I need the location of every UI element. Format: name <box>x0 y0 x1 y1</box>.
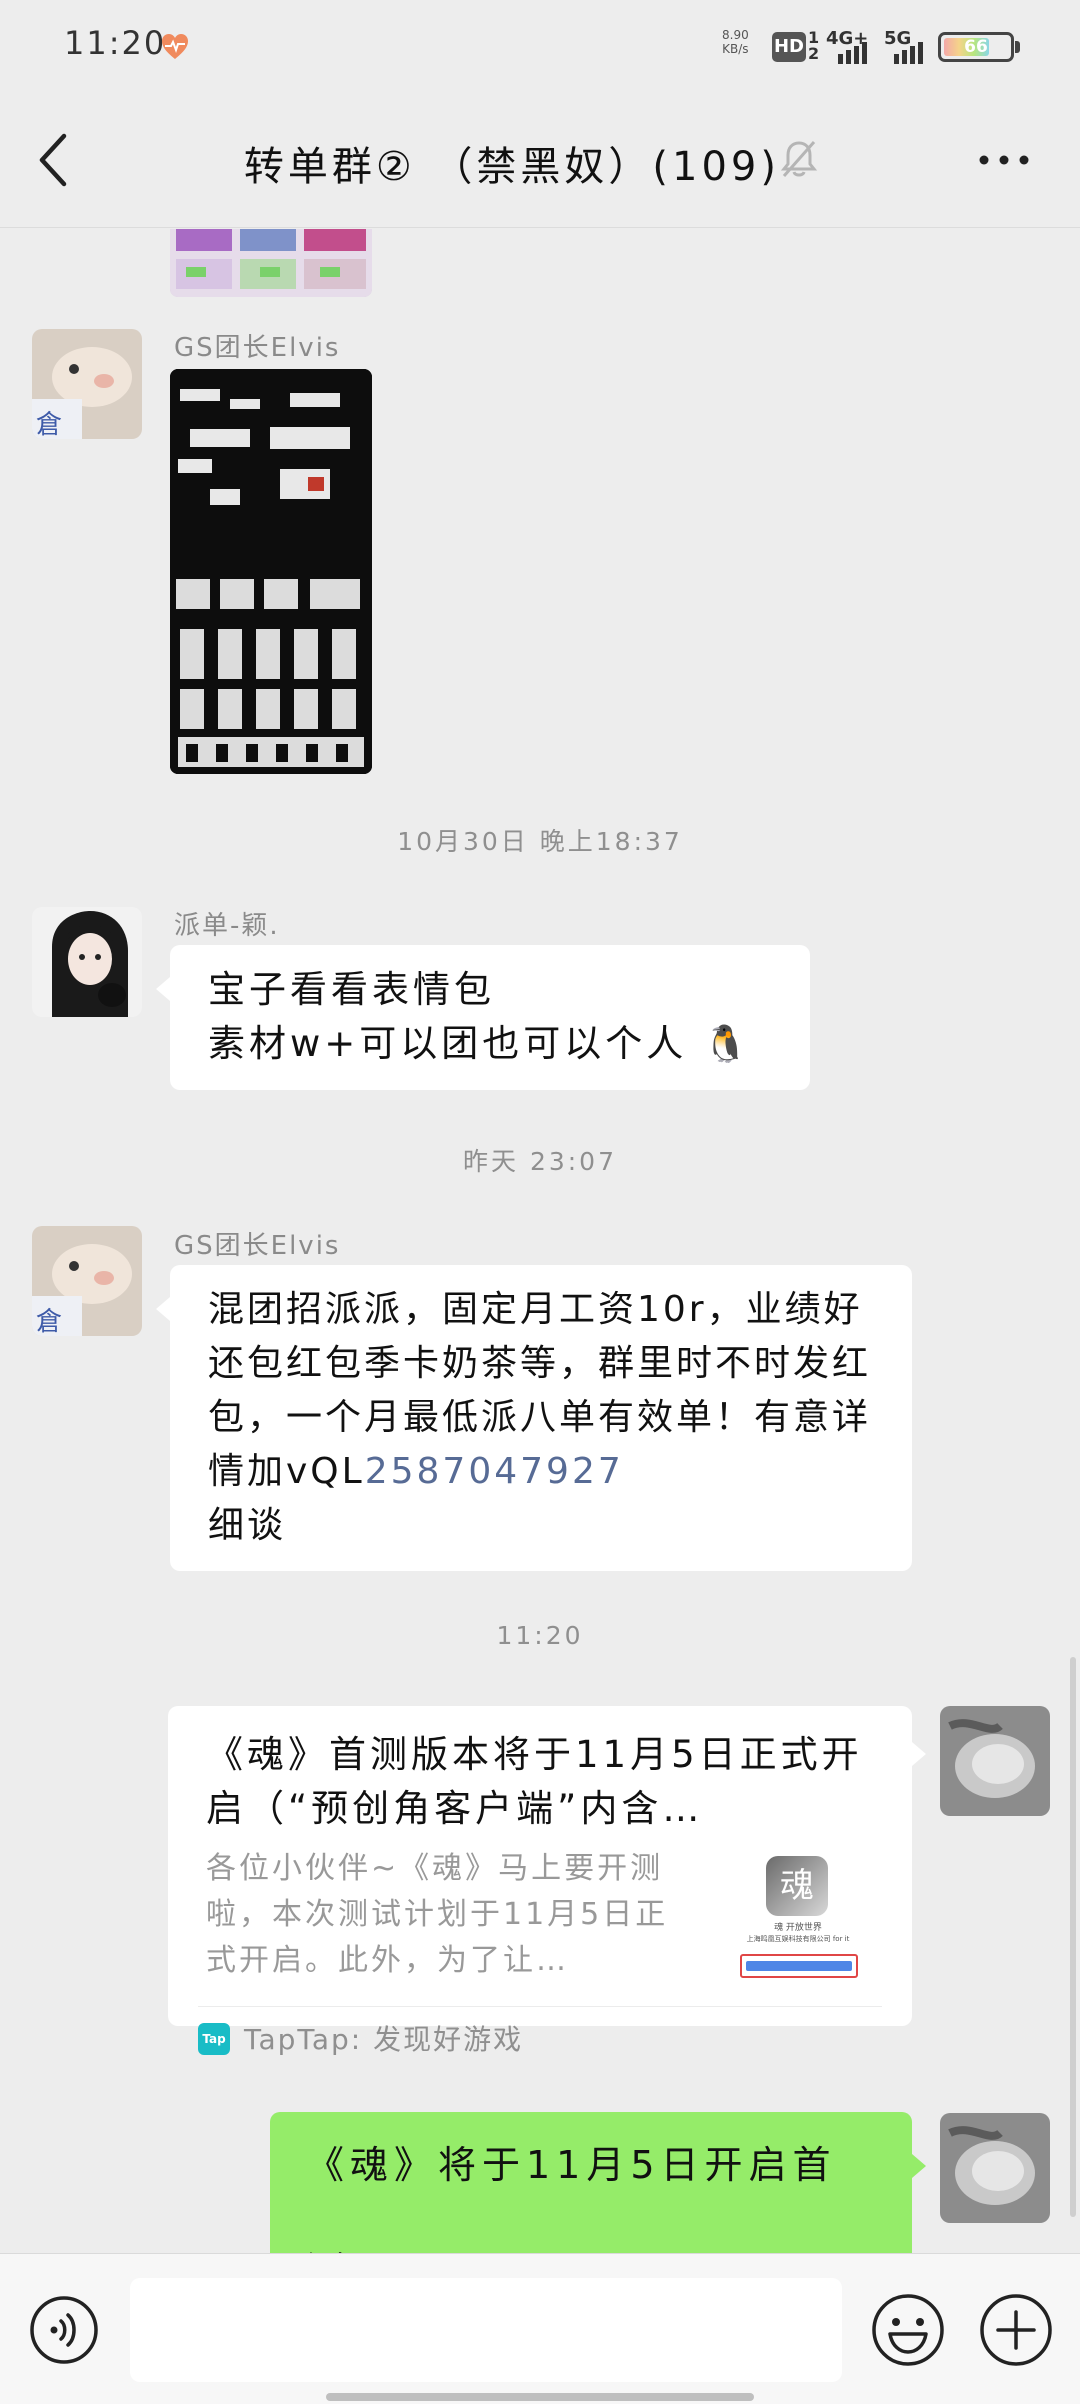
self-text-bubble[interactable]: 《魂》将于11月5日开启首测 <box>270 2112 926 2253</box>
battery-level: 66 <box>964 37 988 57</box>
avatar-paidan-ying[interactable] <box>32 907 142 1017</box>
voice-input-icon[interactable] <box>28 2294 100 2366</box>
avatar-self[interactable] <box>940 2113 1050 2223</box>
hd-sim-indicator: 1 2 <box>808 30 819 62</box>
hd-badge: HD <box>772 32 806 62</box>
emoji-icon[interactable] <box>870 2292 946 2368</box>
thumb-button-highlight <box>740 1954 858 1978</box>
heart-health-icon <box>162 34 188 59</box>
scrollbar[interactable] <box>1070 1657 1076 2217</box>
timestamp: 昨天 23:07 <box>463 1147 617 1176</box>
net-speed-unit: KB/s <box>722 42 749 56</box>
message-list[interactable]: 倉 GS团长Elvis 10月30日 晚上18:37 派单-颖. 宝子看看表情包… <box>0 229 1080 2253</box>
home-indicator[interactable] <box>326 2393 754 2401</box>
svg-text:倉: 倉 <box>36 1307 62 1336</box>
card-thumbnail: 魂 魂 开放世界 上海鸣凰互娱科技有限公司 for it <box>724 1856 872 1988</box>
card-description: 各位小伙伴~《魂》马上要开测啦，本次测试计划于11月5日正式开启。此外，为了让… <box>206 1851 669 1978</box>
plus-icon[interactable] <box>978 2292 1054 2368</box>
input-bar <box>0 2253 1080 2404</box>
timestamp: 11:20 <box>496 1621 584 1650</box>
hd-sim-2: 2 <box>808 44 820 63</box>
sender-name: GS团长Elvis <box>174 333 341 363</box>
signal-icon-2 <box>894 42 923 64</box>
image-message-emoji-sheet[interactable] <box>170 369 372 774</box>
message-input[interactable] <box>130 2278 842 2382</box>
net-speed-value: 8.90 <box>722 28 749 42</box>
avatar-self[interactable] <box>940 1706 1050 1816</box>
qq-penguin-emoji: 🐧 <box>703 1024 752 1065</box>
text-bubble[interactable]: 混团招派派，固定月工资10r，业绩好还包红包季卡奶茶等，群里时不时发红包，一个月… <box>156 1265 912 1571</box>
status-bar: 11:20 8.90 KB/s HD 1 2 4G+ 5G 66 <box>0 0 1080 90</box>
svg-text:倉: 倉 <box>36 410 62 439</box>
text-bubble[interactable]: 宝子看看表情包 素材w+可以团也可以个人 🐧 <box>156 945 810 1090</box>
avatar-gs-elvis[interactable]: 倉 <box>32 1226 142 1336</box>
message-text-end: 细谈 <box>208 1505 287 1546</box>
taptap-icon: Tap <box>198 2023 230 2055</box>
app-logo-icon: 魂 <box>766 1856 828 1916</box>
chat-header: 转单群② （禁黑奴）(109) <box>0 90 1080 228</box>
message-text: 素材w+可以团也可以个人 <box>208 1022 688 1065</box>
more-options-icon[interactable] <box>976 148 1032 172</box>
qq-number-link[interactable]: 2587047927 <box>365 1451 624 1492</box>
chat-title: 转单群② （禁黑奴）(109) <box>243 144 780 190</box>
timestamp: 10月30日 晚上18:37 <box>397 827 683 856</box>
thumb-company: 上海鸣凰互娱科技有限公司 for it <box>746 1935 850 1943</box>
battery-icon: 66 <box>938 32 1014 62</box>
mute-bell-icon <box>780 141 818 177</box>
status-time: 11:20 <box>64 24 167 62</box>
message-line: 素材w+可以团也可以个人 🐧 <box>208 1017 772 1072</box>
card-source: TapTap: 发现好游戏 <box>244 2023 524 2056</box>
back-arrow-icon[interactable] <box>34 128 74 192</box>
message-line: 宝子看看表情包 <box>208 968 495 1011</box>
link-card[interactable]: 《魂》首测版本将于11月5日正式开启（“预创角客户端”内含… 各位小伙伴~《魂》… <box>168 1706 926 2056</box>
image-message-partial[interactable] <box>170 229 372 297</box>
sender-name: 派单-颖. <box>174 911 280 941</box>
signal-icon-1 <box>838 42 867 64</box>
thumb-caption: 魂 开放世界 <box>774 1923 822 1933</box>
net-speed: 8.90 KB/s <box>722 28 749 56</box>
sender-name: GS团长Elvis <box>174 1231 341 1261</box>
card-divider <box>198 2006 882 2007</box>
battery-tip <box>1015 41 1020 53</box>
avatar-gs-elvis[interactable]: 倉 <box>32 329 142 439</box>
card-title: 《魂》首测版本将于11月5日正式开启（“预创角客户端”内含… <box>206 1733 863 1830</box>
